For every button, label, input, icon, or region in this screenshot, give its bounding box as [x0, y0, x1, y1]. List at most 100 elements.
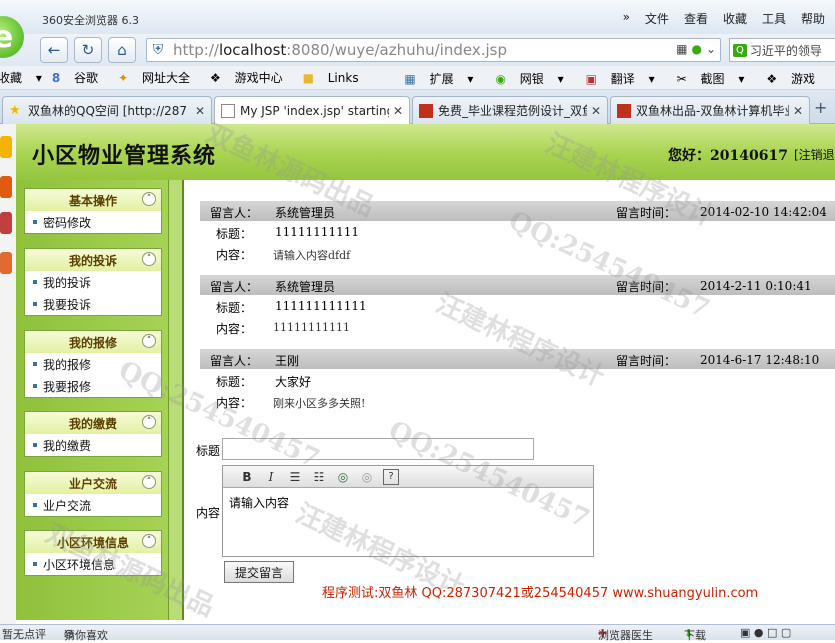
- menu-favorites[interactable]: 收藏: [723, 10, 747, 27]
- rich-text-editor[interactable]: B I ☰ ☷ ◎ ◎ ? 请输入内容: [222, 465, 594, 557]
- menu-item-request-repair[interactable]: 我要报修: [25, 375, 161, 397]
- search-text[interactable]: 习近平的领导: [750, 42, 822, 59]
- close-tab-icon[interactable]: ✕: [591, 104, 601, 118]
- bold-icon[interactable]: B: [239, 469, 255, 485]
- browser-status-bar: 暂无点评 ◎ 猜你喜欢 ✚ 浏览器医生 ⬇ 下载 ▣ ● □ ▢: [0, 624, 835, 642]
- submit-message-button[interactable]: 提交留言: [224, 561, 294, 583]
- navigation-toolbar: ← ↻ ⌂ ⛨ http://localhost:8080/wuye/azhuh…: [0, 34, 835, 66]
- bullet-icon: [33, 280, 37, 284]
- menu-tools[interactable]: 工具: [762, 10, 786, 27]
- close-tab-icon[interactable]: ✕: [195, 104, 205, 118]
- menu-section-basic: 基本操作 ˄ 密码修改: [24, 188, 162, 234]
- browser-menu: » 文件 查看 收藏 工具 帮助: [623, 10, 835, 27]
- message-title: 11111111111: [275, 225, 359, 239]
- bullet-list-icon[interactable]: ☷: [311, 469, 327, 485]
- menu-section-header[interactable]: 小区环境信息 ˄: [25, 531, 161, 553]
- browser-menu-expand[interactable]: »: [623, 10, 630, 27]
- collapse-icon[interactable]: ˄: [142, 534, 156, 548]
- message-title: 111111111111: [275, 299, 367, 313]
- content-label: 内容：: [216, 248, 253, 262]
- collapse-icon[interactable]: ˄: [142, 475, 156, 489]
- new-tab-icon[interactable]: +: [814, 98, 835, 120]
- menu-item-my-repairs[interactable]: 我的报修: [25, 353, 161, 375]
- sidebar-app-icon[interactable]: [0, 176, 12, 198]
- screenshot-button[interactable]: ✂ 截图 ▾: [677, 70, 745, 87]
- menu-section-header[interactable]: 基本操作 ˄: [25, 189, 161, 211]
- ie-mode-icon[interactable]: ●: [691, 42, 701, 56]
- translate-button[interactable]: ▣ 翻译 ▾: [586, 70, 655, 87]
- menu-section-header[interactable]: 我的报修 ˄: [25, 331, 161, 353]
- games-button[interactable]: ❖ 游戏: [766, 70, 825, 87]
- message-title-input[interactable]: [222, 438, 534, 460]
- online-bank-button[interactable]: ◉ 网银 ▾: [495, 70, 563, 87]
- sidebar-app-icon[interactable]: [0, 212, 12, 234]
- menu-item-owner-exchange[interactable]: 业户交流: [25, 494, 161, 516]
- menu-section-header[interactable]: 业户交流 ˄: [25, 472, 161, 494]
- menu-item-change-password[interactable]: 密码修改: [25, 211, 161, 233]
- close-tab-icon[interactable]: ✕: [393, 104, 403, 118]
- site-favicon-icon: [419, 103, 433, 118]
- collapse-icon[interactable]: ˄: [142, 252, 156, 266]
- italic-icon[interactable]: I: [263, 469, 279, 485]
- menu-item-my-complaints[interactable]: 我的投诉: [25, 271, 161, 293]
- qr-code-icon[interactable]: ▦: [676, 42, 687, 56]
- tab-label: 双鱼林出品-双鱼林计算机毕业: [636, 104, 789, 118]
- footer-note: 程序测试:双鱼林 QQ:287307421或254540457 www.shua…: [322, 586, 759, 601]
- close-tab-icon[interactable]: ✕: [793, 104, 803, 118]
- search-box[interactable]: Q 习近平的领导: [729, 38, 835, 62]
- logout-link[interactable]: [注销退出]: [794, 146, 835, 163]
- home-button[interactable]: ⌂: [108, 37, 136, 63]
- bookmark-favorites[interactable]: 收藏 ▾: [0, 69, 42, 86]
- status-tools[interactable]: ▣ ● □ ▢: [740, 626, 791, 639]
- refresh-button[interactable]: ↻: [74, 37, 102, 63]
- title-label: 标题：: [216, 227, 253, 241]
- sidebar-app-icon[interactable]: [0, 252, 12, 274]
- form-title-label: 标题: [196, 444, 221, 458]
- bookmark-game-center[interactable]: ❖ 游戏中心: [210, 69, 293, 86]
- menu-section-header[interactable]: 我的缴费 ˄: [25, 412, 161, 434]
- tab-course-design[interactable]: 免费_毕业课程范例设计_双鱼林 ✕: [412, 96, 608, 124]
- help-icon[interactable]: ?: [383, 468, 399, 485]
- extensions-button[interactable]: ▦ 扩展 ▾: [404, 70, 473, 87]
- tab-qq-space[interactable]: ★ 双鱼林的QQ空间 [http://287 ✕: [2, 96, 212, 124]
- search-engine-icon[interactable]: Q: [733, 43, 747, 57]
- link-icon[interactable]: ◎: [335, 469, 351, 485]
- sidebar-app-icon[interactable]: [0, 136, 12, 158]
- bank-icon: ◉: [495, 72, 506, 86]
- bullet-icon: [33, 384, 37, 388]
- menu-item-file-complaint[interactable]: 我要投诉: [25, 293, 161, 315]
- address-dropdown-icon[interactable]: ⌄: [706, 42, 716, 56]
- menu-help[interactable]: 帮助: [801, 10, 825, 27]
- tab-label: 免费_毕业课程范例设计_双鱼林: [438, 104, 587, 118]
- address-bar[interactable]: ⛨ http://localhost:8080/wuye/azhuhu/inde…: [146, 38, 721, 62]
- message-content: 请输入内容dfdf: [273, 249, 351, 262]
- tab-graduation[interactable]: 双鱼林出品-双鱼林计算机毕业 ✕: [610, 96, 810, 124]
- menu-view[interactable]: 查看: [684, 10, 708, 27]
- bookmark-url-list[interactable]: ✦ 网址大全: [118, 69, 200, 86]
- collapse-icon[interactable]: ˄: [142, 192, 156, 206]
- back-button[interactable]: ←: [40, 37, 68, 63]
- collapse-icon[interactable]: ˄: [142, 334, 156, 348]
- menu-item-my-payments[interactable]: 我的缴费: [25, 434, 161, 456]
- collapse-icon[interactable]: ˄: [142, 415, 156, 429]
- menu-section-environment: 小区环境信息 ˄ 小区环境信息: [24, 530, 162, 576]
- bookmark-google[interactable]: 8 谷歌: [52, 69, 108, 86]
- bullet-icon: [33, 220, 37, 224]
- bookmark-links[interactable]: ■ Links: [303, 71, 369, 85]
- menu-item-environment-info[interactable]: 小区环境信息: [25, 553, 161, 575]
- site-header: 小区物业管理系统 您好：20140617 [注销退出]: [16, 124, 835, 180]
- tab-label: My JSP 'index.jsp' starting p: [240, 103, 389, 118]
- author-label: 留言人：: [210, 280, 259, 294]
- numbered-list-icon[interactable]: ☰: [287, 469, 303, 485]
- menu-section-header[interactable]: 我的投诉 ˄: [25, 249, 161, 271]
- menu-file[interactable]: 文件: [645, 10, 669, 27]
- message-content: 11111111111: [273, 321, 350, 334]
- sidebar-collapse-bar[interactable]: [168, 180, 184, 620]
- editor-content[interactable]: 请输入内容: [229, 494, 289, 511]
- page-icon: [221, 103, 235, 118]
- translate-icon: ▣: [585, 72, 597, 86]
- address-url[interactable]: http://localhost:8080/wuye/azhuhu/index.…: [169, 41, 507, 59]
- tab-index-jsp[interactable]: My JSP 'index.jsp' starting p ✕: [214, 96, 410, 124]
- unlink-icon[interactable]: ◎: [359, 469, 375, 485]
- grid-icon: ▦: [404, 72, 416, 86]
